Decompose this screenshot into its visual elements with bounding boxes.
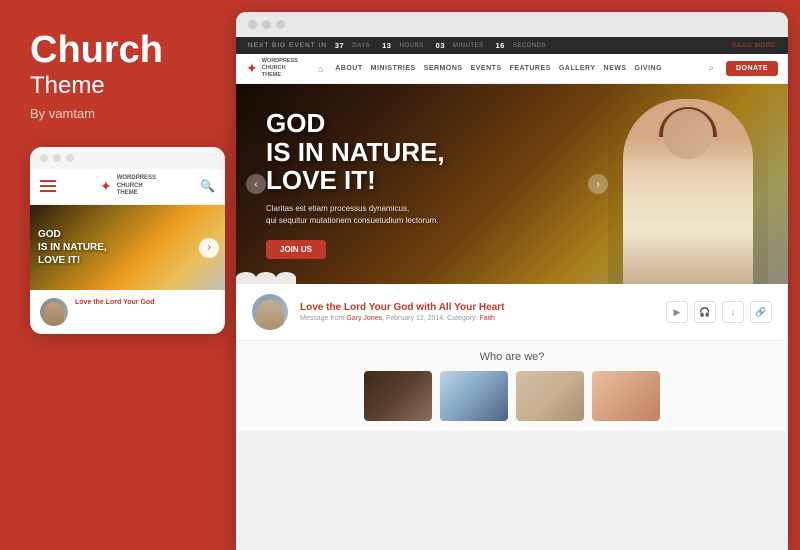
who-image-3	[516, 371, 584, 421]
desktop-content: NEXT BIG EVENT IN 37 DAYS 13 HOURS 03 MI…	[236, 37, 788, 550]
hero-join-button[interactable]: Join us	[266, 240, 326, 259]
countdown-bar: NEXT BIG EVENT IN 37 DAYS 13 HOURS 03 MI…	[236, 37, 788, 54]
sermon-download-icon[interactable]: ↓	[722, 301, 744, 323]
countdown-label: NEXT BIG EVENT IN	[248, 42, 327, 49]
sermon-bar: Love the Lord Your God with All Your Hea…	[236, 284, 788, 341]
sermon-meta: Message from Gary Jones, February 12, 20…	[300, 315, 654, 322]
who-title: Who are we?	[252, 351, 772, 363]
nav-news[interactable]: NEWS	[604, 65, 627, 72]
sermon-link-icon[interactable]: 🔗	[750, 301, 772, 323]
hero-text-block: GOD IS IN NATURE, LOVE IT! Claritas est …	[236, 89, 475, 279]
mobile-dot-2	[53, 154, 61, 162]
nav-events[interactable]: EVENTS	[471, 65, 502, 72]
app-title-sub: Theme	[30, 72, 210, 100]
desktop-nav: ✦ WORDPRESSCHURCHTHEME ⌂ ABOUT MINISTRIE…	[236, 54, 788, 84]
mobile-content: Love the Lord Your God	[30, 290, 225, 334]
desktop-top-bar	[236, 12, 788, 37]
sermon-title[interactable]: Love the Lord Your God with All Your Hea…	[300, 302, 654, 313]
mobile-hero-arrow-right[interactable]: ›	[199, 238, 219, 258]
sermon-headphone-icon[interactable]: 🎧	[694, 301, 716, 323]
mobile-avatar	[40, 298, 68, 326]
countdown-hours-unit: HOURS	[399, 43, 423, 49]
countdown-hours: 13	[382, 41, 391, 50]
who-images	[252, 371, 772, 421]
desktop-dot-3	[276, 20, 285, 29]
desktop-dot-1	[248, 20, 257, 29]
countdown-read-more[interactable]: Read More	[732, 42, 776, 49]
wheat-icon: ✦	[100, 178, 112, 195]
nav-gallery[interactable]: GALLERY	[559, 65, 596, 72]
leaf-1	[236, 272, 256, 284]
hamburger-icon[interactable]	[40, 180, 56, 192]
countdown-days: 37	[335, 41, 344, 50]
nav-giving[interactable]: GIVING	[635, 65, 663, 72]
sermon-video-icon[interactable]: ▶	[666, 301, 688, 323]
desktop-logo-text: WORDPRESSCHURCHTHEME	[262, 58, 298, 79]
desktop-mockup: NEXT BIG EVENT IN 37 DAYS 13 HOURS 03 MI…	[236, 12, 788, 550]
mobile-logo-text: WORDPRESSCHURCHTHEME	[117, 175, 156, 198]
mobile-sermon-row: Love the Lord Your God	[40, 298, 215, 326]
home-icon[interactable]: ⌂	[318, 64, 323, 74]
desktop-logo: ✦ WORDPRESSCHURCHTHEME	[246, 58, 298, 79]
hero-title: GOD IS IN NATURE, LOVE IT!	[266, 109, 445, 195]
mobile-top-bar	[30, 147, 225, 169]
hero-person-shape	[623, 99, 753, 284]
left-panel: Church Theme By vamtam ✦ WORDPRESSCHURCH…	[0, 0, 230, 550]
mobile-search-icon[interactable]: 🔍	[200, 179, 215, 193]
mobile-mockup: ✦ WORDPRESSCHURCHTHEME 🔍 GOD IS IN NATUR…	[30, 147, 225, 334]
who-image-4	[592, 371, 660, 421]
sermon-avatar-face	[256, 300, 284, 330]
leaf-3	[276, 272, 296, 284]
who-section: Who are we?	[236, 341, 788, 431]
desktop-nav-items: ABOUT MINISTRIES SERMONS EVENTS FEATURES…	[335, 65, 696, 72]
desktop-search-icon[interactable]: ⌕	[708, 63, 714, 74]
mobile-hero-text: GOD IS IN NATURE, LOVE IT!	[30, 220, 115, 275]
desktop-dot-2	[262, 20, 271, 29]
mobile-sermon-title: Love the Lord Your God	[75, 298, 154, 307]
who-image-2	[440, 371, 508, 421]
mobile-dot-3	[66, 154, 74, 162]
sermon-icons: ▶ 🎧 ↓ 🔗	[666, 301, 772, 323]
sermon-avatar	[252, 294, 288, 330]
countdown-days-unit: DAYS	[352, 43, 370, 49]
mobile-logo: ✦ WORDPRESSCHURCHTHEME	[100, 175, 156, 198]
app-title-main: Church	[30, 30, 210, 72]
hero-arrow-right[interactable]: ›	[588, 174, 608, 194]
mobile-dot-1	[40, 154, 48, 162]
desktop-wheat-icon: ✦	[246, 60, 258, 77]
countdown-minutes-unit: MINUTES	[453, 43, 484, 49]
countdown-seconds-unit: SECONDS	[513, 43, 546, 49]
nav-sermons[interactable]: SERMONS	[424, 65, 463, 72]
sermon-info: Love the Lord Your God with All Your Hea…	[300, 302, 654, 322]
mobile-nav: ✦ WORDPRESSCHURCHTHEME 🔍	[30, 169, 225, 205]
leaf-2	[256, 272, 276, 284]
hero-person-image	[608, 84, 768, 284]
mobile-hero: GOD IS IN NATURE, LOVE IT! ›	[30, 205, 225, 290]
donate-button[interactable]: Donate	[726, 61, 778, 76]
countdown-minutes: 03	[436, 41, 445, 50]
hero-person-head	[663, 109, 713, 159]
nav-features[interactable]: FEATURES	[510, 65, 551, 72]
nav-about[interactable]: ABOUT	[335, 65, 362, 72]
hero-arrow-left[interactable]: ‹	[246, 174, 266, 194]
who-image-1	[364, 371, 432, 421]
desktop-hero: ‹ GOD IS IN NATURE, LOVE IT! Claritas es…	[236, 84, 788, 284]
hero-leaves	[236, 269, 788, 284]
nav-ministries[interactable]: MINISTRIES	[371, 65, 416, 72]
countdown-seconds: 16	[496, 41, 505, 50]
app-author: By vamtam	[30, 106, 210, 121]
hero-subtitle: Claritas est etiam processus dynamicus,q…	[266, 203, 445, 227]
